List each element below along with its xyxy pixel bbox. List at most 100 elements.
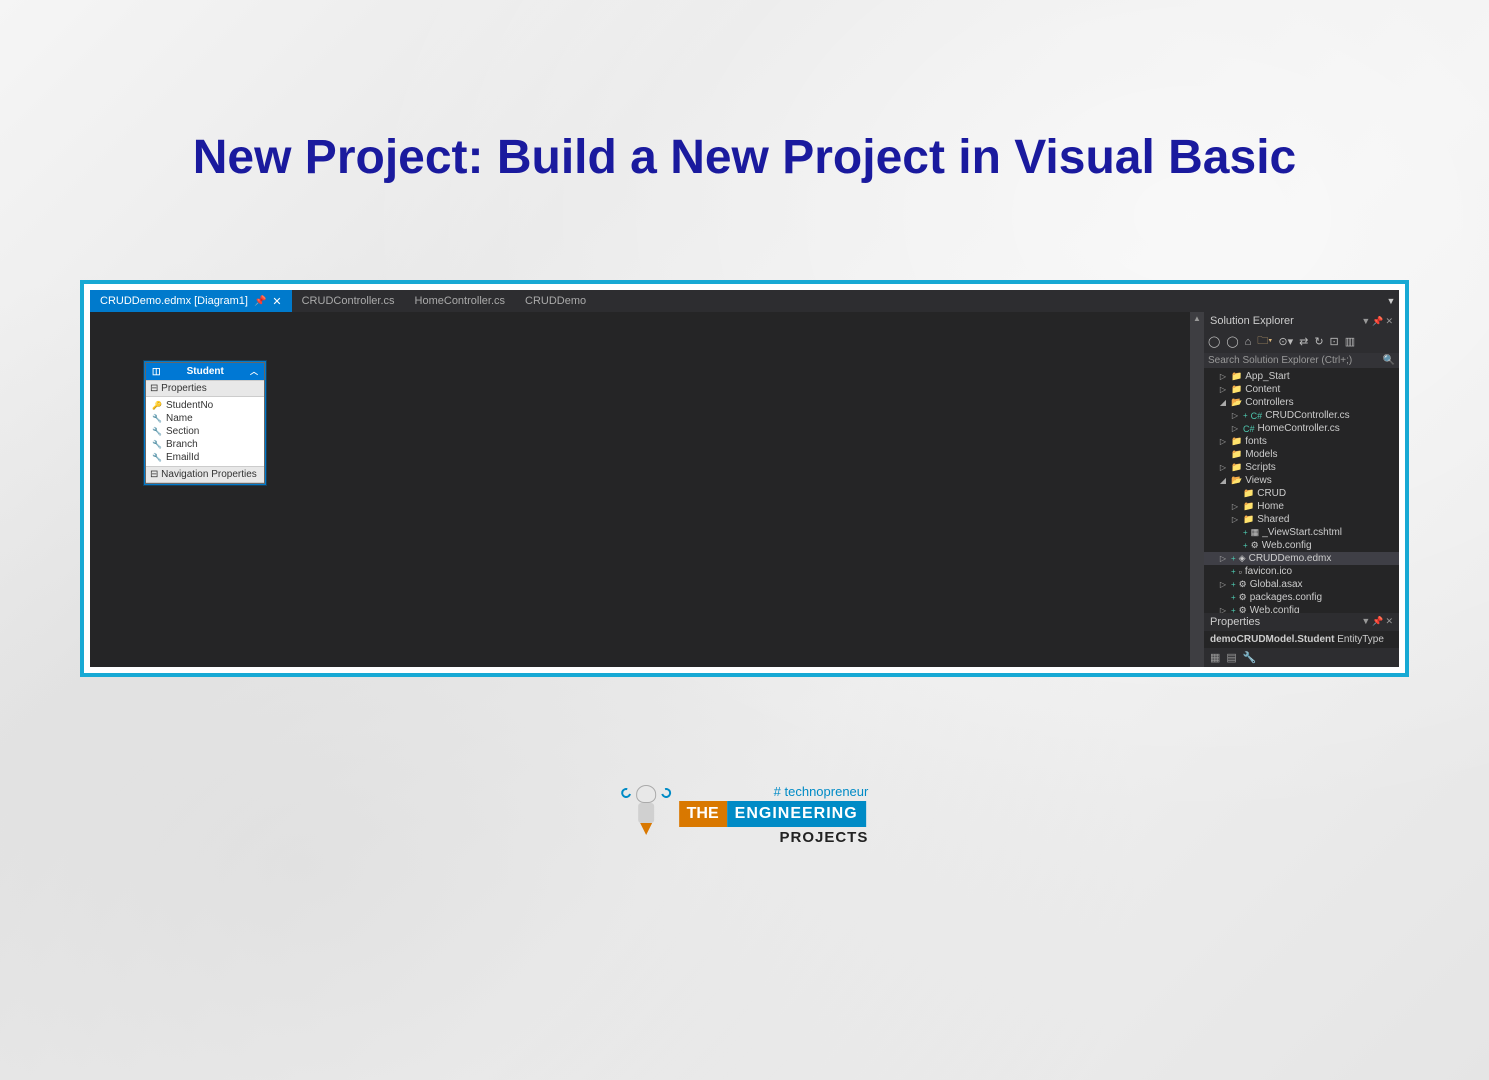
tab-cruddemo[interactable]: CRUDDemo (515, 290, 596, 312)
branch-icon[interactable]: ⇄ (1299, 335, 1308, 348)
prop-label: StudentNo (166, 400, 213, 411)
scroll-up-icon[interactable]: ▲ (1190, 312, 1204, 326)
collapsed-icon[interactable]: ▷ (1218, 580, 1228, 589)
tree-models[interactable]: 📁Models (1204, 448, 1399, 461)
collapsed-icon[interactable]: ▷ (1230, 502, 1240, 511)
close-icon[interactable]: ✕ (1385, 316, 1393, 327)
collapsed-icon[interactable]: ▷ (1230, 515, 1240, 524)
properties-selected-object[interactable]: demoCRUDModel.Student EntityType (1204, 631, 1399, 648)
prop-branch[interactable]: 🔧Branch (146, 438, 264, 451)
pin-icon[interactable]: 📌 (1372, 616, 1383, 628)
tab-homecontroller[interactable]: HomeController.cs (405, 290, 515, 312)
solution-explorer-panel: Solution Explorer ▼ 📌 ✕ ◯ ◯ ⌂ 🗀▾ ⊙▾ ⇄ ↻ … (1204, 312, 1399, 667)
tree-views[interactable]: ◢📂Views (1204, 474, 1399, 487)
collapsed-icon[interactable]: ▷ (1218, 554, 1228, 563)
search-icon[interactable]: 🔍 (1383, 355, 1395, 366)
prop-studentno[interactable]: 🔑StudentNo (146, 399, 264, 412)
prop-section[interactable]: 🔧Section (146, 425, 264, 438)
tree-crudcontroller[interactable]: ▷+C#CRUDController.cs (1204, 409, 1399, 422)
properties-section-header[interactable]: ⊟ Properties (146, 380, 264, 397)
forward-icon[interactable]: ◯ (1226, 335, 1238, 348)
tree-webconfig-views[interactable]: +⚙Web.config (1204, 539, 1399, 552)
tree-label: CRUD (1257, 488, 1286, 499)
tree-home[interactable]: ▷📁Home (1204, 500, 1399, 513)
tree-label: CRUDController.cs (1265, 410, 1349, 421)
back-icon[interactable]: ◯ (1208, 335, 1220, 348)
refresh-icon[interactable]: ↻ (1314, 335, 1323, 348)
prop-emailid[interactable]: 🔧EmailId (146, 451, 264, 464)
tree-fonts[interactable]: ▷📁fonts (1204, 435, 1399, 448)
expanded-icon[interactable]: ◢ (1218, 476, 1228, 485)
collapsed-icon[interactable]: ▷ (1218, 372, 1228, 381)
page-title: New Project: Build a New Project in Visu… (0, 130, 1489, 185)
tab-overflow-dropdown[interactable]: ▼ (1383, 296, 1399, 306)
tree-cruddemo-edmx[interactable]: ▷+◈CRUDDemo.edmx (1204, 552, 1399, 565)
collapsed-icon[interactable]: ▷ (1230, 424, 1240, 433)
categorized-icon[interactable]: ▦ (1210, 651, 1220, 664)
entity-student[interactable]: ◫ Student ︿ ⊟ Properties 🔑StudentNo 🔧Nam… (145, 362, 265, 484)
collapse-icon[interactable]: ⊡ (1330, 335, 1339, 348)
collapsed-icon[interactable]: ▷ (1218, 385, 1228, 394)
tree-app-start[interactable]: ▷📁App_Start (1204, 370, 1399, 383)
tree-globalasax[interactable]: ▷+⚙Global.asax (1204, 578, 1399, 591)
entity-icon: ◫ (152, 366, 161, 377)
tree-label: fonts (1245, 436, 1267, 447)
show-all-icon[interactable]: ▥ (1345, 335, 1355, 348)
expanded-icon[interactable]: ◢ (1218, 398, 1228, 407)
properties-header: Properties ▼ 📌 ✕ (1204, 613, 1399, 631)
tree-webconfig-root[interactable]: ▷+⚙Web.config (1204, 604, 1399, 613)
logo-engineering: ENGINEERING (727, 801, 866, 827)
property-pages-icon[interactable]: 🔧 (1243, 651, 1257, 664)
tree-packages[interactable]: +⚙packages.config (1204, 591, 1399, 604)
tree-label: Home (1257, 501, 1284, 512)
logo-the: THE (679, 801, 727, 827)
tab-label: CRUDController.cs (302, 295, 395, 307)
alphabetical-icon[interactable]: ▤ (1226, 651, 1236, 664)
properties-toolbar: ▦ ▤ 🔧 (1204, 648, 1399, 667)
folder-icon: 📁 (1231, 449, 1242, 460)
close-icon[interactable]: ✕ (1385, 616, 1393, 628)
close-icon[interactable]: ✕ (272, 295, 281, 308)
vertical-scrollbar[interactable]: ▲ (1190, 312, 1204, 667)
prop-name[interactable]: 🔧Name (146, 412, 264, 425)
collapsed-icon[interactable]: ▷ (1230, 411, 1240, 420)
entity-header[interactable]: ◫ Student ︿ (146, 363, 264, 380)
tree-crud[interactable]: 📁CRUD (1204, 487, 1399, 500)
tab-cruddemo-edmx[interactable]: CRUDDemo.edmx [Diagram1] 📌 ✕ (90, 290, 292, 312)
tree-label: Controllers (1245, 397, 1293, 408)
tree-favicon[interactable]: +▫favicon.ico (1204, 565, 1399, 578)
collapsed-icon[interactable]: ▷ (1218, 463, 1228, 472)
dropdown-icon[interactable]: ▼ (1361, 616, 1370, 628)
solution-explorer-search[interactable]: Search Solution Explorer (Ctrl+;) 🔍 (1204, 353, 1399, 368)
scope-icon[interactable]: ⊙▾ (1278, 335, 1293, 348)
tree-homecontroller[interactable]: ▷C#HomeController.cs (1204, 422, 1399, 435)
plus-icon: + (1243, 541, 1248, 550)
tree-label: Scripts (1245, 462, 1276, 473)
tree-label: App_Start (1245, 371, 1289, 382)
tab-crudcontroller[interactable]: CRUDController.cs (292, 290, 405, 312)
pin-icon[interactable]: 📌 (1372, 316, 1383, 327)
tree-controllers[interactable]: ◢📂Controllers (1204, 396, 1399, 409)
logo-hashtag: # technopreneur (774, 784, 869, 799)
solution-tree: ▷📁App_Start ▷📁Content ◢📂Controllers ▷+C#… (1204, 368, 1399, 613)
sync-icon[interactable]: 🗀▾ (1257, 332, 1272, 351)
plus-icon: + (1231, 567, 1236, 576)
chevron-up-icon[interactable]: ︿ (250, 366, 258, 377)
pin-icon[interactable]: 📌 (254, 296, 266, 307)
tree-content[interactable]: ▷📁Content (1204, 383, 1399, 396)
collapsed-icon[interactable]: ▷ (1218, 606, 1228, 613)
entity-name: Student (187, 366, 224, 377)
nav-properties-section-header[interactable]: ⊟ Navigation Properties (146, 466, 264, 483)
edmx-designer-canvas[interactable]: ◫ Student ︿ ⊟ Properties 🔑StudentNo 🔧Nam… (90, 312, 1190, 667)
dropdown-icon[interactable]: ▼ (1361, 316, 1370, 327)
tree-shared[interactable]: ▷📁Shared (1204, 513, 1399, 526)
section-label: Properties (161, 383, 207, 394)
tree-label: favicon.ico (1245, 566, 1292, 577)
tree-label: Web.config (1250, 605, 1300, 613)
tree-viewstart[interactable]: +▦_ViewStart.cshtml (1204, 526, 1399, 539)
collapsed-icon[interactable]: ▷ (1218, 437, 1228, 446)
prop-label: Branch (166, 439, 198, 450)
home-icon[interactable]: ⌂ (1245, 336, 1252, 348)
tree-scripts[interactable]: ▷📁Scripts (1204, 461, 1399, 474)
tab-label: CRUDDemo (525, 295, 586, 307)
